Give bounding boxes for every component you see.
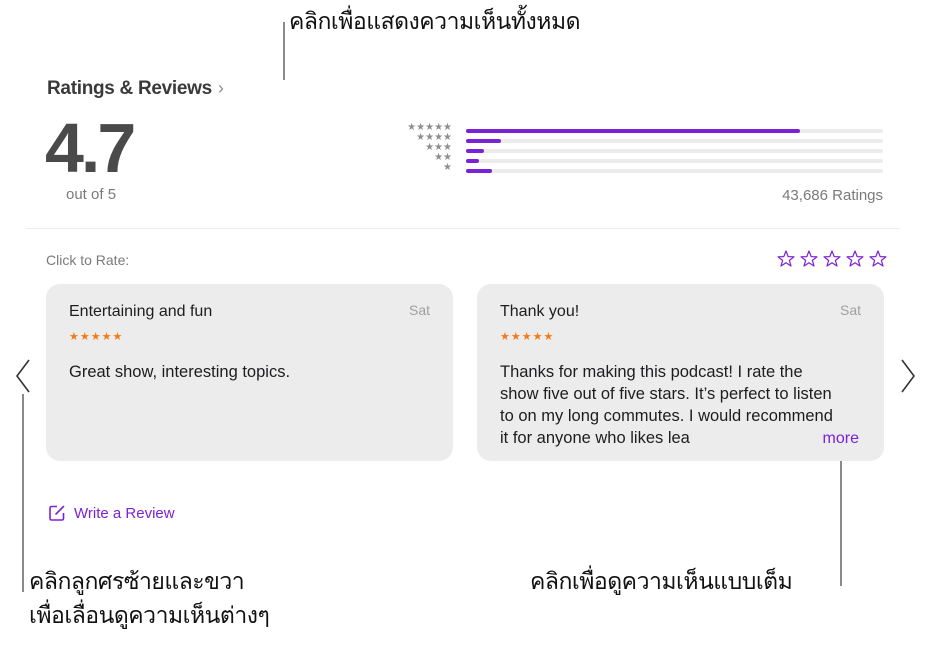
callout-line-top [283,22,285,80]
bar-track-1 [466,169,883,173]
bar-track-2 [466,159,883,163]
callout-arrows-line1: คลิกลูกศรซ้ายและขวา [29,569,245,595]
chevron-right-icon [901,359,915,393]
review-stars: ★★★★★ [69,331,124,343]
callout-full-review: คลิกเพื่อดูความเห็นแบบเต็ม [530,569,793,595]
click-to-rate-label: Click to Rate: [46,252,130,268]
average-rating: 4.7 [45,109,136,187]
rate-star-4-icon[interactable] [845,249,865,269]
review-card[interactable]: Thank you! Sat ★★★★★ Thanks for making t… [477,284,884,461]
bar-track-5 [466,129,883,133]
bar-track-3 [466,149,883,153]
chevron-right-icon: › [217,78,224,98]
review-body: Great show, interesting topics. [69,363,291,381]
rate-star-2-icon[interactable] [799,249,819,269]
review-title: Thank you! [500,303,580,320]
review-card[interactable]: Entertaining and fun Sat ★★★★★ Great sho… [46,284,453,461]
review-stars: ★★★★★ [500,331,555,343]
divider [26,228,900,229]
section-title-label: Ratings & Reviews [47,78,212,99]
review-date: Sat [408,302,430,318]
callout-line-arrows [22,394,24,592]
callout-show-all-reviews: คลิกเพื่อแสดงความเห็นทั้งหมด [289,9,581,35]
review-title: Entertaining and fun [69,303,213,320]
rate-star-5-icon[interactable] [868,249,888,269]
callout-line-more [840,448,842,586]
rate-stars [776,249,888,269]
bar-fill-2 [466,159,479,163]
compose-icon [49,505,65,521]
ratings-reviews-link[interactable]: Ratings & Reviews › [47,78,224,100]
rating-distribution-bars [466,129,883,179]
write-review-label: Write a Review [74,504,175,522]
out-of-label: out of 5 [66,186,117,203]
next-review-button[interactable] [898,358,918,394]
rate-star-3-icon[interactable] [822,249,842,269]
more-link[interactable]: more [792,430,859,448]
review-date: Sat [839,302,861,318]
rate-star-1-icon[interactable] [776,249,796,269]
chevron-left-icon [16,359,30,393]
ratings-count: 43,686 Ratings [782,187,883,204]
prev-review-button[interactable] [14,358,34,394]
bar-fill-4 [466,139,502,143]
callout-arrows-line2: เพื่อเลื่อนดูความเห็นต่างๆ [29,603,270,629]
star-level-labels: ★★★★★ ★★★★ ★★★ ★★ ★ [392,123,452,173]
write-review-button[interactable]: Write a Review [48,504,175,522]
bar-fill-1 [466,169,492,173]
star-row-1: ★ [443,162,452,173]
bar-track-4 [466,139,883,143]
bar-fill-3 [466,149,484,153]
bar-fill-5 [466,129,800,133]
